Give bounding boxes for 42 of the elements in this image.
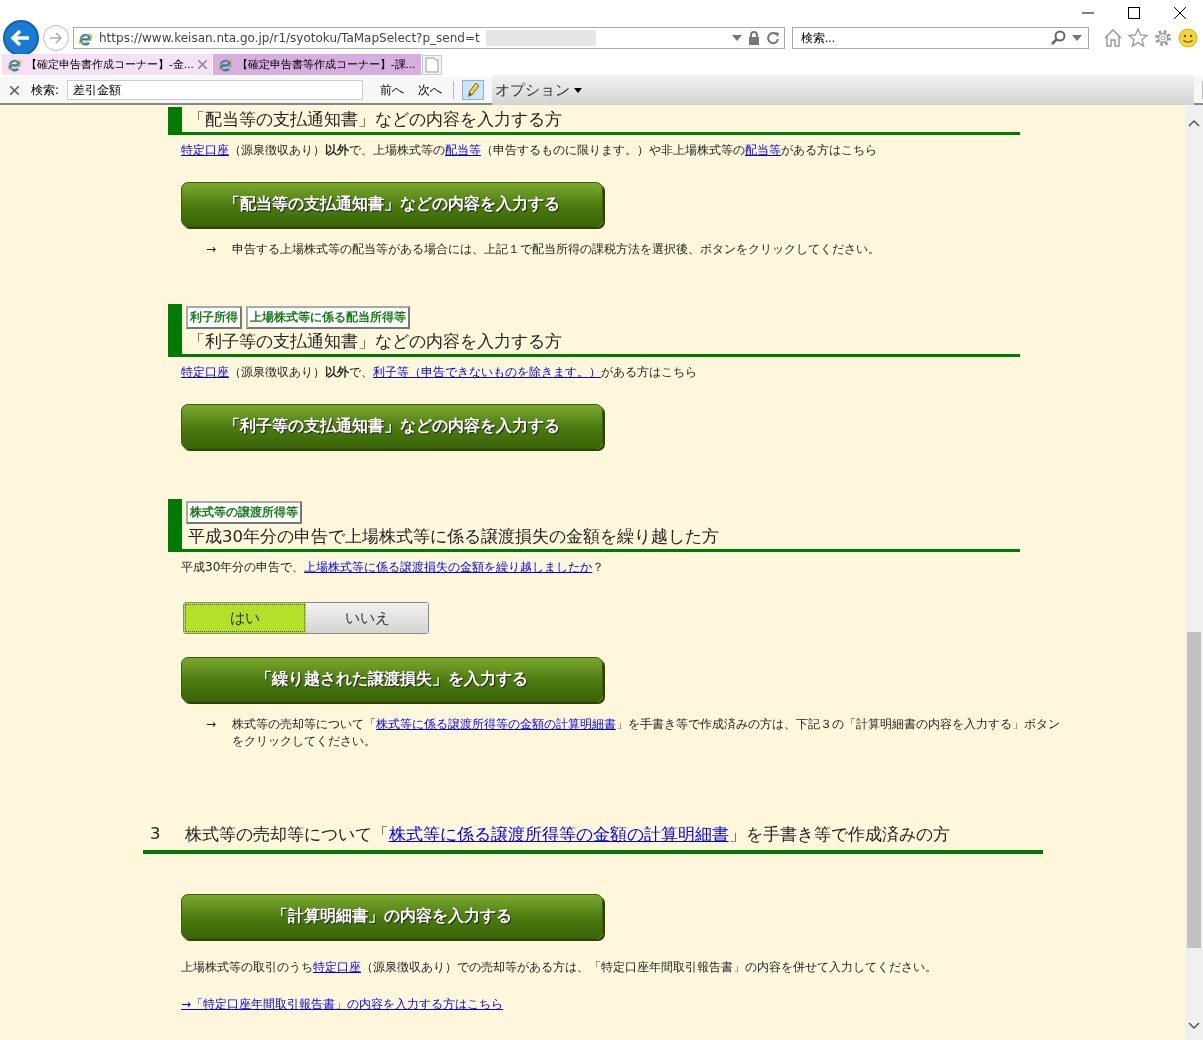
browser-tab[interactable]: 【確定申告書作成コーナー】-金... (2, 54, 212, 75)
find-field[interactable]: 差引金額 (67, 80, 364, 100)
category-tag: 株式等の譲渡所得等 (186, 501, 302, 524)
description-text: 特定口座（源泉徴収あり）以外で、利子等（申告できないものを除きます。）がある方はこちら (181, 364, 698, 381)
note-text: → 株式等の売却等について「株式等に係る譲渡所得等の金額の計算明細書」を手書き等で作成済みの方は、下記３の「計算明細書の内容を入力する」ボタンをクリックしてください。 (206, 716, 1061, 750)
description-text: 特定口座（源泉徴収あり）以外で、上場株式等の配当等（申告するものに限ります。）や非上場株式等の配当等がある方はこちら (181, 142, 878, 159)
text-link[interactable]: 株式等に係る譲渡所得等の金額の計算明細書 (376, 717, 616, 731)
previous-button[interactable]: 前へ (377, 79, 408, 101)
browser-tab[interactable]: 【確定申告書等作成コーナー】-課... (212, 54, 421, 75)
input-button[interactable]: 「計算明細書」の内容を入力する (181, 894, 603, 939)
description-text: 平成30年分の申告で、上場株式等に係る譲渡損失の金額を繰り越しましたか？ (181, 559, 606, 576)
text-link[interactable]: 配当等 (445, 143, 481, 157)
find-label: 検索: (31, 81, 60, 99)
next-button[interactable]: 次へ (415, 79, 446, 101)
tab-title: 【確定申告書等作成コーナー】-課... (236, 57, 416, 72)
input-button[interactable]: 「利子等の支払通知書」などの内容を入力する (181, 404, 603, 449)
section-heading: 「配当等の支払通知書」などの内容を入力する方 (188, 109, 563, 131)
address-field[interactable]: https://www.keisan.nta.go.jp/r1/syotoku/TaMapSelect?p_send=t (73, 27, 785, 49)
category-tag: 利子所得 (186, 306, 242, 329)
section-heading: 平成30年分の申告で上場株式等に係る譲渡損失の金額を繰り越した方 (188, 526, 720, 548)
section-heading: 株式等の売却等について「株式等に係る譲渡所得等の金額の計算明細書」を手書き等で作成済みの方 (184, 824, 950, 846)
toggle-option[interactable]: いいえ (306, 603, 428, 633)
text-link[interactable]: 配当等 (745, 143, 781, 157)
tab-title: 【確定申告書作成コーナー】-金... (26, 57, 194, 72)
text-link[interactable]: 特定口座 (313, 960, 361, 974)
input-button[interactable]: 「繰り越された譲渡損失」を入力する (181, 657, 603, 702)
text-link[interactable]: →「特定口座年間取引報告書」の内容を入力する方はこちら (181, 997, 504, 1011)
text-link[interactable]: 利子等（申告できないものを除きます。） (373, 365, 601, 379)
section-heading: 「利子等の支払通知書」などの内容を入力する方 (188, 331, 563, 353)
note-text: → 申告する上場株式等の配当等がある場合には、上記１で配当所得の課税方法を選択後、ボタンをクリックしてください。 (206, 241, 881, 258)
category-tag: 上場株式等に係る配当所得等 (246, 306, 410, 329)
heading-number: 3 (150, 824, 161, 845)
text-link[interactable]: 上場株式等に係る譲渡損失の金額を繰り越しましたか (304, 560, 593, 574)
input-button[interactable]: 「配当等の支払通知書」などの内容を入力する (181, 182, 603, 227)
url-text: https://www.keisan.nta.go.jp/r1/syotoku/TaMapSelect?p_send=t (99, 31, 480, 45)
text-link[interactable]: 特定口座 (181, 143, 229, 157)
text-link[interactable]: 特定口座 (181, 365, 229, 379)
description-text: 上場株式等の取引のうち特定口座（源泉徴収あり）での売却等がある方は、「特定口座年間取引報告書」の内容を併せて入力してください。 (181, 959, 938, 976)
text-link[interactable]: 株式等に係る譲渡所得等の金額の計算明細書 (388, 825, 729, 844)
search-box[interactable]: 検索... (792, 27, 1089, 49)
toggle-option[interactable]: はい (184, 603, 306, 633)
options-button[interactable]: オプション (492, 75, 1194, 105)
